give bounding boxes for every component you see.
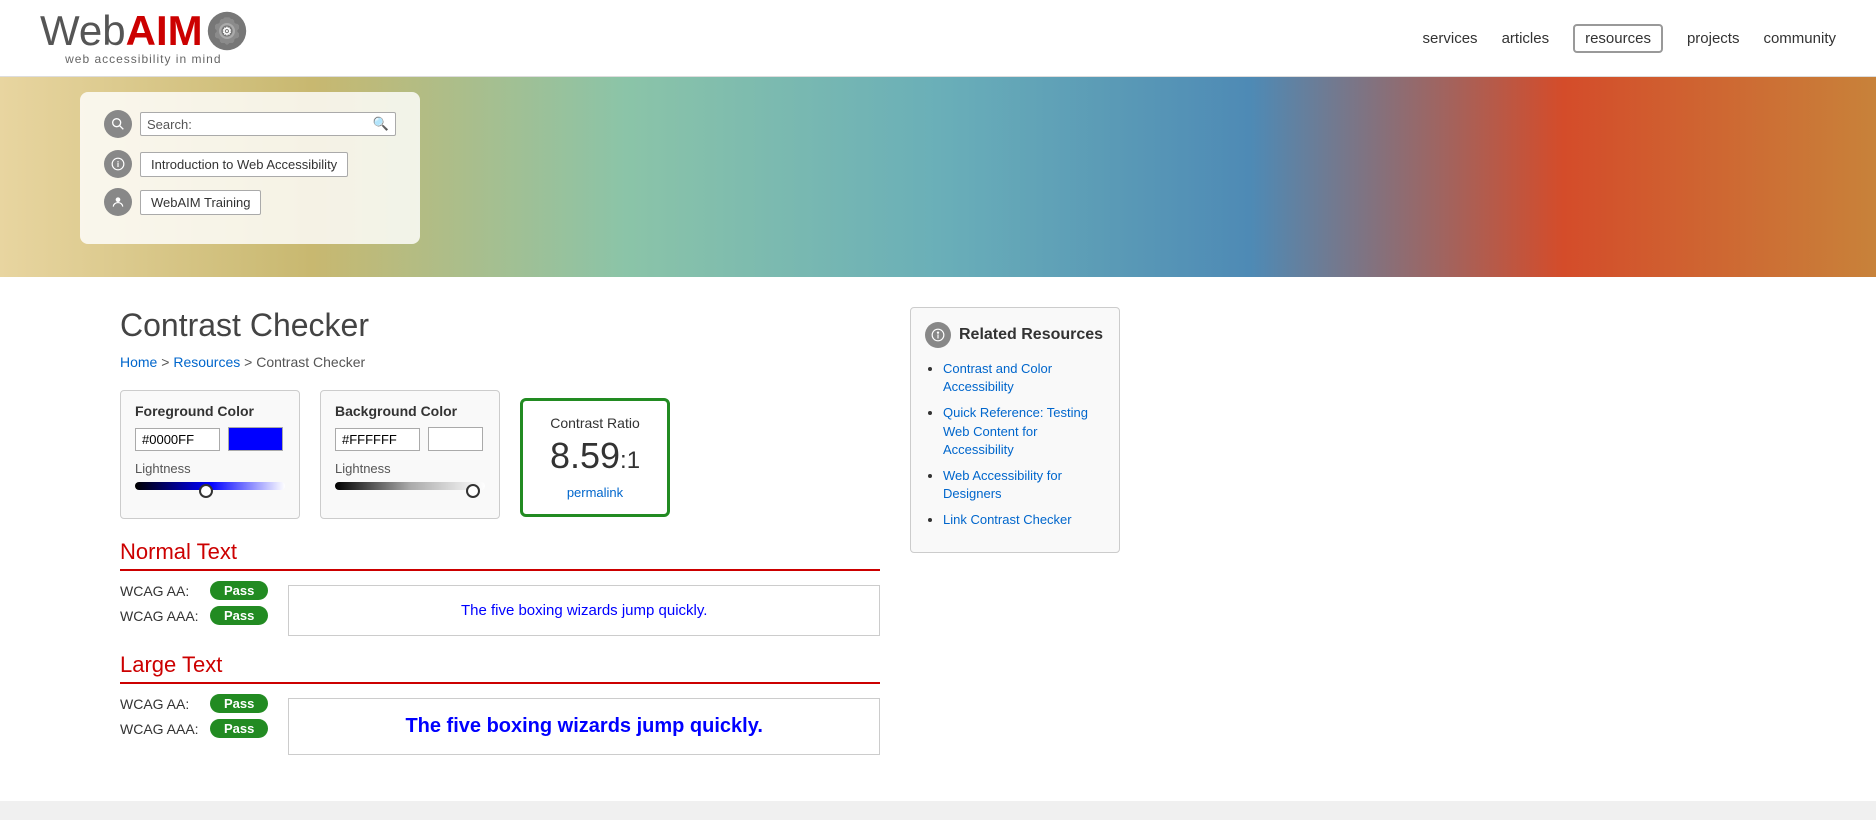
background-slider-thumb[interactable] bbox=[466, 484, 480, 498]
search-button[interactable]: 🔍 bbox=[373, 116, 389, 132]
contrast-ratio-suffix: :1 bbox=[620, 447, 640, 474]
training-link[interactable]: WebAIM Training bbox=[140, 190, 261, 215]
contrast-ratio-number: 8.59 bbox=[550, 435, 620, 476]
related-link-designers[interactable]: Web Accessibility for Designers bbox=[943, 468, 1062, 501]
search-row: Search: 🔍 bbox=[104, 110, 396, 138]
contrast-ratio-value: 8.59:1 bbox=[543, 435, 647, 477]
normal-text-results: WCAG AA: Pass WCAG AAA: Pass bbox=[120, 581, 268, 631]
page-title: Contrast Checker bbox=[120, 307, 880, 344]
hero-overlay: Search: 🔍 i Introduction to Web Accessib… bbox=[80, 92, 420, 244]
normal-preview-text: The five boxing wizards jump quickly. bbox=[461, 602, 708, 619]
logo-aim: AIM bbox=[126, 10, 203, 52]
training-link-row: WebAIM Training bbox=[104, 188, 396, 216]
logo-tagline: web accessibility in mind bbox=[65, 52, 221, 66]
normal-wcag-aa-row: WCAG AA: Pass bbox=[120, 581, 268, 600]
foreground-lightness-label: Lightness bbox=[135, 461, 285, 476]
normal-text-section: Normal Text WCAG AA: Pass WCAG AAA: Pass… bbox=[120, 539, 880, 636]
breadcrumb-resources[interactable]: Resources bbox=[173, 354, 240, 370]
large-wcag-aaa-row: WCAG AAA: Pass bbox=[120, 719, 268, 738]
intro-link[interactable]: Introduction to Web Accessibility bbox=[140, 152, 348, 177]
nav-projects[interactable]: projects bbox=[1687, 30, 1740, 47]
site-header: WebAIM ⚙ web accessibility in mind servi… bbox=[0, 0, 1876, 77]
nav-community[interactable]: community bbox=[1763, 30, 1836, 47]
background-color-box: Background Color Lightness bbox=[320, 390, 500, 519]
search-input-wrap[interactable]: Search: 🔍 bbox=[140, 112, 396, 136]
intro-icon: i bbox=[104, 150, 132, 178]
permalink-link[interactable]: permalink bbox=[543, 485, 647, 500]
hero-banner: Search: 🔍 i Introduction to Web Accessib… bbox=[0, 77, 1876, 277]
background-lightness-label: Lightness bbox=[335, 461, 485, 476]
foreground-hex-input[interactable] bbox=[135, 428, 220, 451]
background-label: Background Color bbox=[335, 403, 485, 419]
large-text-heading: Large Text bbox=[120, 652, 880, 684]
list-item: Link Contrast Checker bbox=[943, 511, 1105, 529]
related-link-link-contrast[interactable]: Link Contrast Checker bbox=[943, 512, 1072, 527]
related-resources-icon bbox=[925, 322, 951, 348]
gear-icon: ⚙ bbox=[207, 11, 247, 51]
breadcrumb-current: Contrast Checker bbox=[256, 354, 365, 370]
search-label: Search: bbox=[147, 117, 192, 132]
background-slider-track bbox=[335, 482, 485, 490]
logo-web: Web bbox=[40, 10, 126, 52]
large-text-results: WCAG AA: Pass WCAG AAA: Pass bbox=[120, 694, 268, 744]
normal-wcag-aaa-badge: Pass bbox=[210, 606, 268, 625]
list-item: Contrast and Color Accessibility bbox=[943, 360, 1105, 396]
background-hex-input[interactable] bbox=[335, 428, 420, 451]
foreground-label: Foreground Color bbox=[135, 403, 285, 419]
breadcrumb-sep1: > bbox=[161, 354, 173, 370]
normal-wcag-aaa-row: WCAG AAA: Pass bbox=[120, 606, 268, 625]
background-slider[interactable] bbox=[335, 482, 485, 500]
search-icon bbox=[104, 110, 132, 138]
intro-link-row: i Introduction to Web Accessibility bbox=[104, 150, 396, 178]
breadcrumb-home[interactable]: Home bbox=[120, 354, 157, 370]
contrast-ratio-label: Contrast Ratio bbox=[543, 415, 647, 431]
large-wcag-aaa-label: WCAG AAA: bbox=[120, 721, 200, 737]
contrast-ratio-box: Contrast Ratio 8.59:1 permalink bbox=[520, 398, 670, 517]
svg-text:⚙: ⚙ bbox=[222, 26, 232, 38]
foreground-color-box: Foreground Color Lightness bbox=[120, 390, 300, 519]
nav-resources[interactable]: resources bbox=[1573, 24, 1663, 53]
large-wcag-aa-label: WCAG AA: bbox=[120, 696, 200, 712]
background-input-row bbox=[335, 427, 485, 451]
foreground-slider-thumb[interactable] bbox=[199, 484, 213, 498]
nav-services[interactable]: services bbox=[1423, 30, 1478, 47]
sidebar-card: Related Resources Contrast and Color Acc… bbox=[910, 307, 1120, 553]
large-wcag-aa-row: WCAG AA: Pass bbox=[120, 694, 268, 713]
normal-wcag-aa-label: WCAG AA: bbox=[120, 583, 200, 599]
svg-text:i: i bbox=[117, 160, 119, 169]
large-text-section: Large Text WCAG AA: Pass WCAG AAA: Pass … bbox=[120, 652, 880, 755]
sidebar-card-header: Related Resources bbox=[925, 322, 1105, 348]
search-input[interactable] bbox=[196, 117, 373, 132]
breadcrumb-sep2: > bbox=[244, 354, 256, 370]
foreground-swatch[interactable] bbox=[228, 427, 283, 451]
normal-text-heading: Normal Text bbox=[120, 539, 880, 571]
nav-articles[interactable]: articles bbox=[1502, 30, 1550, 47]
training-icon bbox=[104, 188, 132, 216]
logo-text: WebAIM ⚙ bbox=[40, 10, 247, 52]
background-swatch[interactable] bbox=[428, 427, 483, 451]
color-pickers: Foreground Color Lightness Background Co… bbox=[120, 390, 880, 519]
foreground-input-row bbox=[135, 427, 285, 451]
logo[interactable]: WebAIM ⚙ web accessibility in mind bbox=[40, 10, 247, 66]
main-nav: services articles resources projects com… bbox=[1423, 24, 1836, 53]
normal-wcag-aaa-label: WCAG AAA: bbox=[120, 608, 200, 624]
content-area: Contrast Checker Home > Resources > Cont… bbox=[120, 307, 880, 771]
sidebar-heading: Related Resources bbox=[959, 326, 1103, 344]
related-link-contrast-color[interactable]: Contrast and Color Accessibility bbox=[943, 361, 1052, 394]
breadcrumb: Home > Resources > Contrast Checker bbox=[120, 354, 880, 370]
related-resources-list: Contrast and Color Accessibility Quick R… bbox=[925, 360, 1105, 530]
large-wcag-aaa-badge: Pass bbox=[210, 719, 268, 738]
normal-text-preview: The five boxing wizards jump quickly. bbox=[288, 585, 880, 636]
list-item: Web Accessibility for Designers bbox=[943, 467, 1105, 503]
main-content: Contrast Checker Home > Resources > Cont… bbox=[0, 277, 1876, 801]
normal-wcag-aa-badge: Pass bbox=[210, 581, 268, 600]
sidebar: Related Resources Contrast and Color Acc… bbox=[910, 307, 1120, 771]
large-preview-text: The five boxing wizards jump quickly. bbox=[405, 715, 762, 737]
related-link-quick-reference[interactable]: Quick Reference: Testing Web Content for… bbox=[943, 405, 1088, 456]
large-wcag-aa-badge: Pass bbox=[210, 694, 268, 713]
foreground-slider[interactable] bbox=[135, 482, 285, 500]
large-text-preview: The five boxing wizards jump quickly. bbox=[288, 698, 880, 755]
list-item: Quick Reference: Testing Web Content for… bbox=[943, 404, 1105, 459]
